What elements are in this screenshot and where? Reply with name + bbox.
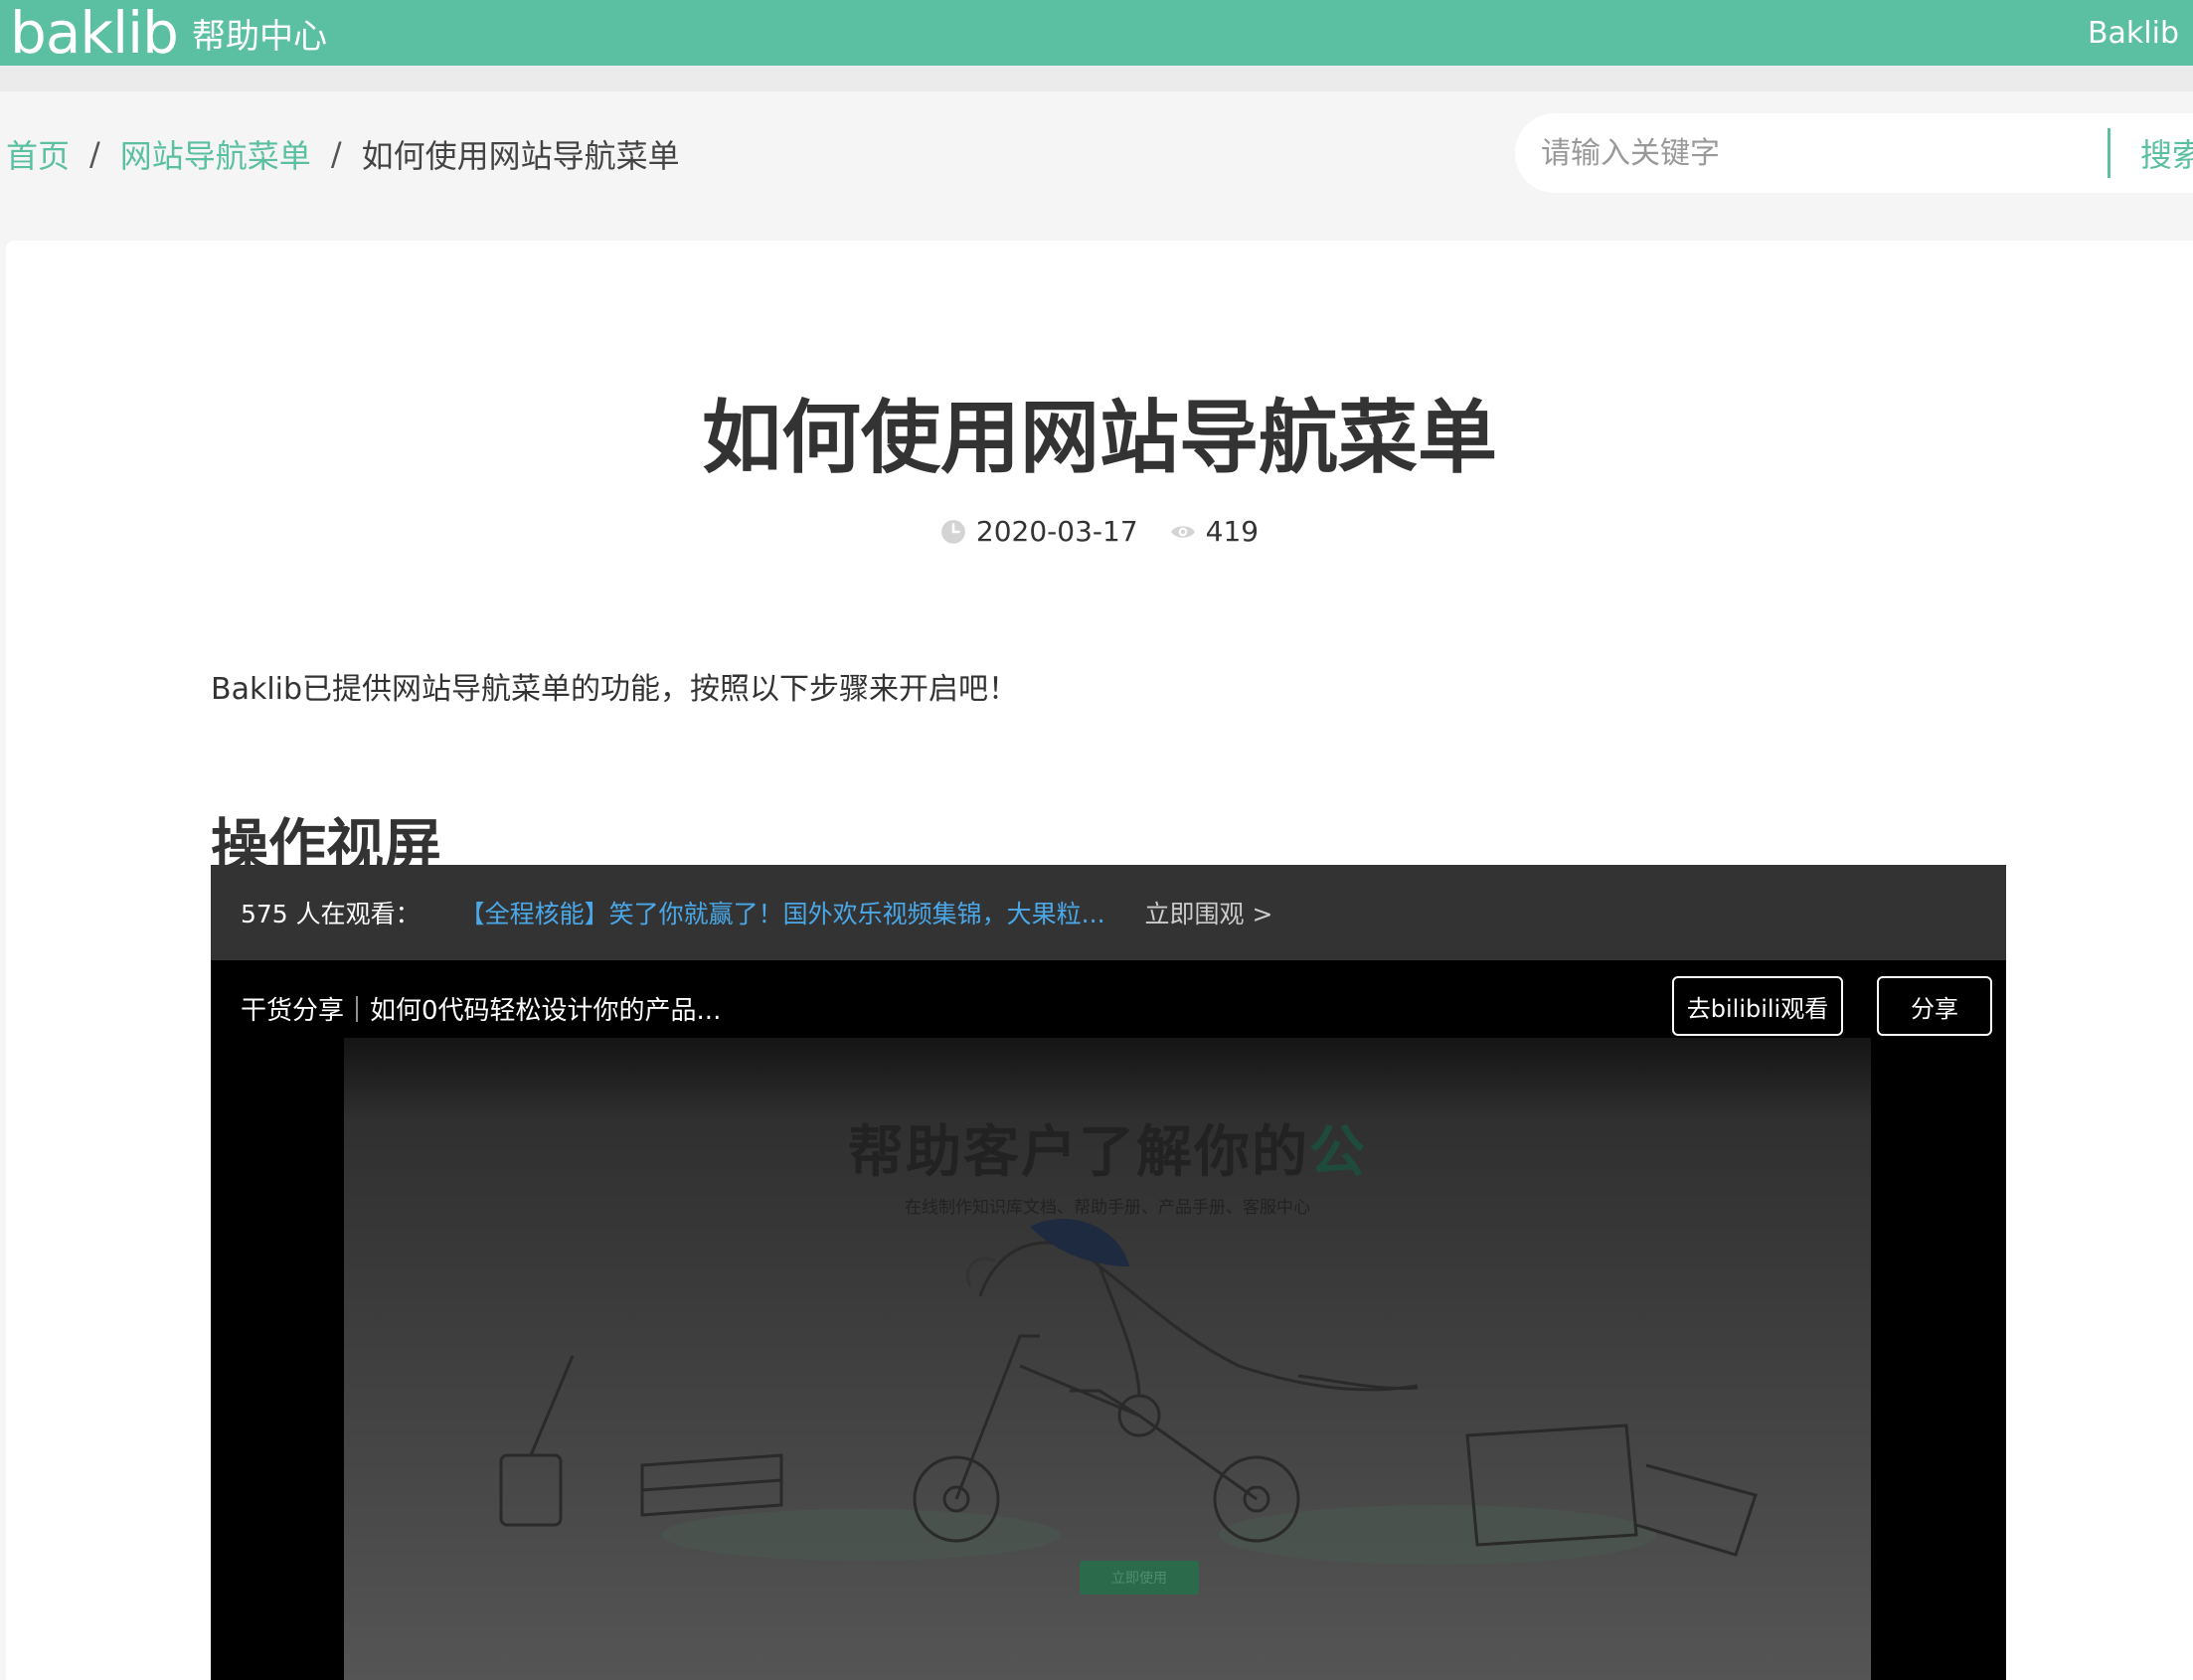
breadcrumb-separator: / bbox=[330, 135, 342, 173]
breadcrumb: 首页 / 网站导航菜单 / 如何使用网站导航菜单 bbox=[6, 131, 680, 177]
help-center-label: 帮助中心 bbox=[192, 17, 327, 57]
search-divider bbox=[2108, 128, 2110, 178]
article-date: 2020-03-17 bbox=[940, 515, 1138, 548]
baklib-logo[interactable]: baklib bbox=[10, 3, 179, 63]
share-button[interactable]: 分享 bbox=[1877, 976, 1992, 1036]
watch-now-link[interactable]: 立即围观 > bbox=[1145, 895, 1273, 930]
video-frame: 帮助客户了解你的公 在线制作知识库文档、帮助手册、产品手册、客服中心 立即使用 bbox=[344, 1038, 1871, 1680]
search-box: 搜索 bbox=[1515, 113, 2193, 193]
search-input[interactable] bbox=[1541, 135, 2098, 171]
eye-icon bbox=[1170, 525, 1195, 538]
article-meta: 2020-03-17 419 bbox=[6, 515, 2193, 548]
baklib-link[interactable]: Baklib bbox=[2088, 16, 2179, 51]
header-divider bbox=[0, 66, 2193, 91]
breadcrumb-current: 如何使用网站导航菜单 bbox=[361, 137, 680, 175]
live-promo-bar: 575 人在观看： 【全程核能】笑了你就赢了！国外欢乐视频集锦，大果粒... 立… bbox=[211, 865, 2006, 960]
breadcrumb-category[interactable]: 网站导航菜单 bbox=[120, 131, 311, 177]
article-title: 如何使用网站导航菜单 bbox=[702, 392, 1497, 484]
clock-icon bbox=[940, 519, 965, 544]
frame-start-button: 立即使用 bbox=[1080, 1561, 1199, 1595]
top-navbar: baklib 帮助中心 Baklib bbox=[0, 0, 2193, 66]
embedded-video: 575 人在观看： 【全程核能】笑了你就赢了！国外欢乐视频集锦，大果粒... 立… bbox=[211, 865, 2006, 1680]
brand[interactable]: baklib 帮助中心 bbox=[10, 3, 327, 63]
article-intro: Baklib已提供网站导航菜单的功能，按照以下步骤来开启吧！ bbox=[211, 672, 1019, 707]
viewer-count: 575 人在观看： bbox=[241, 900, 421, 928]
live-video-link[interactable]: 【全程核能】笑了你就赢了！国外欢乐视频集锦，大果粒... bbox=[460, 895, 1105, 930]
article-views: 419 bbox=[1170, 515, 1259, 548]
video-title[interactable]: 干货分享｜如何0代码轻松设计你的产品... bbox=[241, 990, 721, 1027]
video-player[interactable]: 帮助客户了解你的公 在线制作知识库文档、帮助手册、产品手册、客服中心 立即使用 … bbox=[211, 960, 2006, 1680]
search-button[interactable]: 搜索 bbox=[2140, 130, 2193, 176]
breadcrumb-separator: / bbox=[89, 135, 100, 173]
watch-on-bilibili-button[interactable]: 去bilibili观看 bbox=[1672, 976, 1843, 1036]
article-card: 如何使用网站导航菜单 2020-03-17 419 Baklib已提供网站导航菜… bbox=[6, 241, 2193, 1680]
views-count: 419 bbox=[1205, 515, 1260, 548]
date-text: 2020-03-17 bbox=[975, 515, 1138, 548]
breadcrumb-home[interactable]: 首页 bbox=[6, 131, 70, 177]
